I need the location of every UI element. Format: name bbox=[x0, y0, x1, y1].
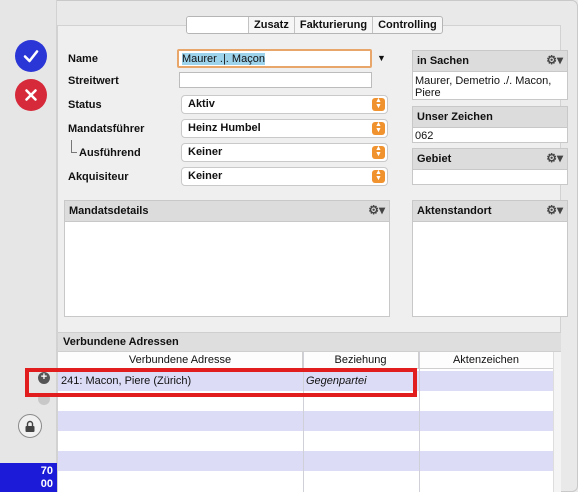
ausfuehrend-label: Ausführend bbox=[79, 147, 141, 159]
name-field-value: Maurer .|. Maçon bbox=[182, 53, 265, 65]
table-row-empty bbox=[58, 451, 553, 471]
streitwert-label: Streitwert bbox=[68, 75, 119, 87]
akquisiteur-popup[interactable]: Keiner ▲ ▼ bbox=[181, 167, 388, 186]
mandatsfuehrer-label: Mandatsführer bbox=[68, 123, 145, 135]
counter-line-1: 70 bbox=[40, 465, 53, 477]
checkmark-icon bbox=[23, 50, 39, 63]
column-header-adresse[interactable]: Verbundene Adresse bbox=[58, 352, 303, 369]
lock-button[interactable] bbox=[18, 414, 42, 438]
in-sachen-label: in Sachen bbox=[417, 55, 469, 67]
aktenstandort-box: Aktenstandort ⚙▾ bbox=[412, 200, 568, 317]
record-window: 70 00 Zusatz Fakturierung Controlling Na… bbox=[0, 0, 578, 492]
tab-fakturierung[interactable]: Fakturierung bbox=[295, 17, 374, 33]
ausfuehrend-value: Keiner bbox=[188, 146, 223, 158]
status-value: Aktiv bbox=[188, 98, 215, 110]
counter-line-2: 00 bbox=[40, 478, 53, 490]
gebiet-label: Gebiet bbox=[417, 153, 452, 165]
akquisiteur-label: Akquisiteur bbox=[68, 171, 129, 183]
ausfuehrend-popup[interactable]: Keiner ▲ ▼ bbox=[181, 143, 388, 162]
status-popup[interactable]: Aktiv ▲ ▼ bbox=[181, 95, 388, 114]
mandatsfuehrer-value: Heinz Humbel bbox=[188, 122, 261, 134]
akquisiteur-value: Keiner bbox=[188, 170, 223, 182]
updown-arrows-icon: ▲ ▼ bbox=[372, 169, 385, 183]
unser-zeichen-box: Unser Zeichen 062 bbox=[412, 106, 568, 143]
gebiet-value[interactable] bbox=[413, 170, 567, 176]
gear-icon[interactable]: ⚙▾ bbox=[368, 204, 385, 217]
name-label: Name bbox=[68, 53, 98, 65]
in-sachen-value[interactable]: Maurer, Demetrio ./. Macon, Piere bbox=[413, 72, 567, 102]
highlight-box bbox=[25, 368, 417, 397]
column-header-aktenzeichen[interactable]: Aktenzeichen bbox=[419, 352, 553, 369]
table-row-empty bbox=[58, 411, 553, 431]
gear-icon[interactable]: ⚙▾ bbox=[546, 54, 563, 67]
column-header-beziehung[interactable]: Beziehung bbox=[303, 352, 419, 369]
mandatsfuehrer-popup[interactable]: Heinz Humbel ▲ ▼ bbox=[181, 119, 388, 138]
mandatsdetails-header: Mandatsdetails ⚙▾ bbox=[65, 201, 389, 222]
gear-icon[interactable]: ⚙▾ bbox=[546, 204, 563, 217]
gebiet-header: Gebiet ⚙▾ bbox=[413, 149, 567, 170]
table-scrollbar[interactable] bbox=[553, 352, 561, 492]
aktenstandort-label: Aktenstandort bbox=[417, 205, 492, 217]
aktenstandort-header: Aktenstandort ⚙▾ bbox=[413, 201, 567, 222]
tab-zusatz[interactable]: Zusatz bbox=[249, 17, 295, 33]
unser-zeichen-header: Unser Zeichen bbox=[413, 107, 567, 128]
status-label: Status bbox=[68, 99, 102, 111]
mandatsdetails-label: Mandatsdetails bbox=[69, 205, 149, 217]
gebiet-box: Gebiet ⚙▾ bbox=[412, 148, 568, 185]
tab-main[interactable] bbox=[187, 17, 249, 33]
name-dropdown-arrow-icon[interactable]: ▼ bbox=[377, 53, 386, 63]
in-sachen-header: in Sachen ⚙▾ bbox=[413, 51, 567, 72]
streitwert-field[interactable] bbox=[179, 72, 372, 88]
table-row-empty bbox=[58, 431, 553, 451]
name-field[interactable]: Maurer .|. Maçon bbox=[177, 49, 372, 68]
tree-connector bbox=[71, 140, 77, 153]
tab-controlling[interactable]: Controlling bbox=[373, 17, 442, 33]
column-divider bbox=[419, 352, 420, 492]
unser-zeichen-label: Unser Zeichen bbox=[417, 111, 493, 123]
mandatsdetails-box: Mandatsdetails ⚙▾ bbox=[64, 200, 390, 317]
cell-aktenzeichen bbox=[419, 371, 553, 391]
x-icon bbox=[25, 89, 37, 101]
ok-button[interactable] bbox=[15, 40, 47, 72]
left-toolbar: 70 00 bbox=[0, 0, 57, 492]
updown-arrows-icon: ▲ ▼ bbox=[372, 121, 385, 135]
updown-arrows-icon: ▲ ▼ bbox=[372, 97, 385, 111]
cancel-button[interactable] bbox=[15, 79, 47, 111]
lock-icon bbox=[25, 420, 35, 432]
in-sachen-box: in Sachen ⚙▾ Maurer, Demetrio ./. Macon,… bbox=[412, 50, 568, 100]
tab-bar: Zusatz Fakturierung Controlling bbox=[186, 16, 443, 34]
record-counter: 70 00 bbox=[0, 463, 57, 492]
gear-icon[interactable]: ⚙▾ bbox=[546, 152, 563, 165]
table-row-empty bbox=[58, 471, 553, 491]
verbundene-section-header: Verbundene Adressen bbox=[58, 332, 561, 352]
updown-arrows-icon: ▲ ▼ bbox=[372, 145, 385, 159]
unser-zeichen-value[interactable]: 062 bbox=[413, 128, 567, 145]
